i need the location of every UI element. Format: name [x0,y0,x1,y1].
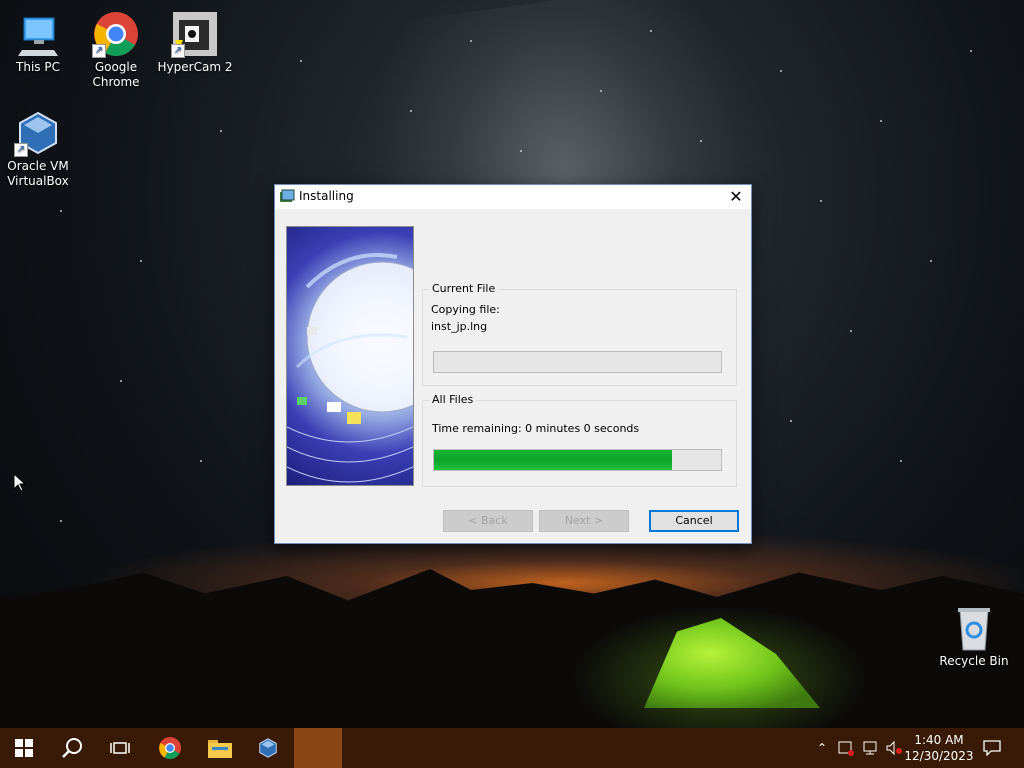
desktop-icon-this-pc[interactable]: This PC [0,4,76,75]
current-file-progress-bar [433,351,722,373]
taskbar-file-explorer[interactable] [196,728,244,768]
desktop-icon-virtualbox[interactable]: ↗ Oracle VM VirtualBox [0,103,76,189]
chrome-icon [159,737,181,759]
close-icon[interactable]: ✕ [721,185,751,209]
all-files-group: All Files Time remaining: 0 minutes 0 se… [422,393,737,487]
chrome-icon: ↗ [92,10,140,58]
desktop-icon-hypercam[interactable]: ↗ HyperCam 2 [157,4,233,75]
installing-dialog: Installing ✕ Current File Copying file: … [274,184,752,544]
installer-app-icon [279,189,295,205]
desktop-icon-label: Oracle VM VirtualBox [7,159,69,188]
hypercam-icon: ↗ [171,10,219,58]
network-icon [863,741,877,755]
desktop-icon-recycle-bin[interactable]: Recycle Bin [936,598,1012,669]
all-files-progress-bar [433,449,722,471]
desktop-icon-label: This PC [16,60,60,74]
dialog-title: Installing [299,189,354,203]
this-pc-icon [14,10,62,58]
search-button[interactable] [48,728,96,768]
desktop-icon-label: HyperCam 2 [157,60,233,74]
current-file-group-label: Current File [429,282,499,295]
taskbar-installer-window[interactable] [294,728,342,768]
search-icon [62,738,82,758]
current-filename: inst_jp.lng [431,320,488,333]
tray-warning-icon [838,741,854,756]
file-explorer-icon [208,740,232,758]
taskbar-chrome[interactable] [146,728,194,768]
desktop-icon-google-chrome[interactable]: ↗ Google Chrome [78,4,154,90]
action-center-button[interactable] [978,728,1006,768]
notifications-icon [983,740,1001,756]
shortcut-arrow-icon: ↗ [171,44,185,58]
taskbar: ⌃ 1:40 AM 12/30/2023 [0,728,1024,768]
windows-logo-icon [15,739,33,757]
current-file-group: Current File Copying file: inst_jp.lng [422,282,737,386]
installer-side-image [286,226,414,486]
show-hidden-icons-button[interactable]: ⌃ [812,728,832,768]
back-button[interactable]: < Back [443,510,533,532]
mouse-cursor-icon [14,474,26,492]
desktop-icon-label: Google Chrome [92,60,140,89]
all-files-group-label: All Files [429,393,477,406]
chevron-up-icon: ⌃ [816,741,828,755]
next-button[interactable]: Next > [539,510,629,532]
recycle-bin-icon [950,604,998,652]
shortcut-arrow-icon: ↗ [14,143,28,157]
clock-date: 12/30/2023 [904,749,974,763]
time-remaining-label: Time remaining: 0 minutes 0 seconds [432,422,640,435]
tray-icon-app[interactable] [836,728,856,768]
task-view-icon [110,742,130,754]
dialog-title-bar[interactable]: Installing ✕ [275,185,751,209]
cancel-button[interactable]: Cancel [649,510,739,532]
taskbar-clock[interactable]: 1:40 AM 12/30/2023 [900,732,978,764]
shortcut-arrow-icon: ↗ [92,44,106,58]
start-button[interactable] [0,728,48,768]
virtualbox-icon: ↗ [14,109,62,157]
task-view-button[interactable] [96,728,144,768]
taskbar-virtualbox[interactable] [244,728,292,768]
clock-time: 1:40 AM [914,733,964,747]
network-button[interactable] [860,728,882,768]
all-files-progress-fill [434,450,673,470]
desktop-icon-label: Recycle Bin [939,654,1009,668]
copying-file-label: Copying file: [431,303,500,316]
virtualbox-icon [259,738,277,758]
